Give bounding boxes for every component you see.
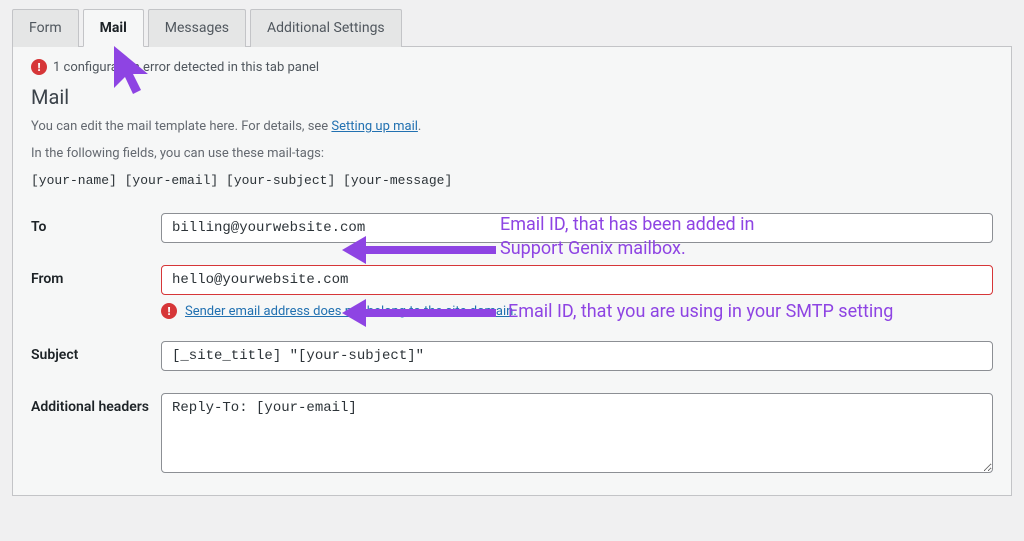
setting-up-mail-link[interactable]: Setting up mail [331, 119, 417, 134]
alert-text: 1 configuration error detected in this t… [53, 60, 319, 75]
additional-headers-textarea[interactable] [161, 393, 993, 473]
tab-form[interactable]: Form [12, 9, 79, 47]
to-input[interactable] [161, 213, 993, 243]
config-error-alert: ! 1 configuration error detected in this… [31, 59, 993, 75]
from-validation: ! Sender email address does not belong t… [161, 303, 993, 319]
mail-heading: Mail [31, 85, 993, 109]
tab-messages[interactable]: Messages [148, 9, 246, 47]
tab-additional-settings[interactable]: Additional Settings [250, 9, 402, 47]
mail-panel: ! 1 configuration error detected in this… [12, 47, 1012, 496]
from-input[interactable] [161, 265, 993, 295]
tab-mail[interactable]: Mail [83, 9, 144, 47]
subject-label: Subject [31, 341, 161, 363]
additional-headers-label: Additional headers [31, 393, 161, 415]
to-label: To [31, 213, 161, 235]
from-label: From [31, 265, 161, 287]
from-validation-link[interactable]: Sender email address does not belong to … [185, 304, 517, 319]
mail-tags-list: [your-name] [your-email] [your-subject] … [31, 171, 993, 192]
mail-desc-2: In the following fields, you can use the… [31, 144, 993, 165]
tabs: Form Mail Messages Additional Settings [12, 8, 1012, 47]
alert-icon: ! [31, 59, 47, 75]
subject-input[interactable] [161, 341, 993, 371]
alert-icon: ! [161, 303, 177, 319]
mail-desc-1: You can edit the mail template here. For… [31, 117, 993, 138]
